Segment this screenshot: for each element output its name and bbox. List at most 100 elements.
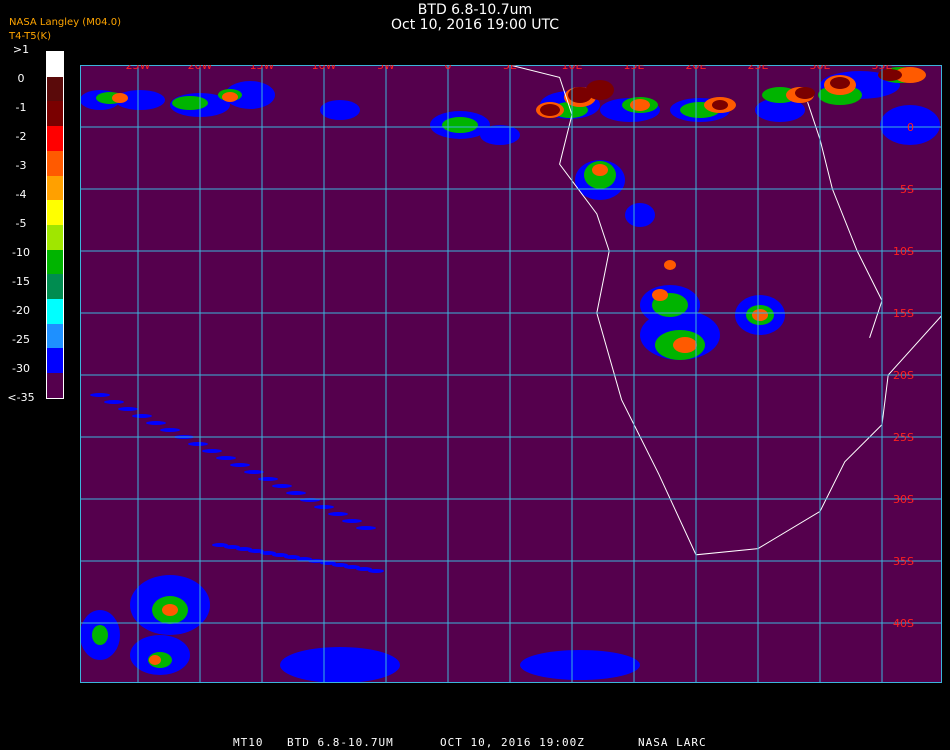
cloud-cell [92,625,108,645]
legend-tick-label: -25 [12,333,30,346]
longitude-label: 25E [748,65,769,72]
legend-swatch [47,200,63,225]
latitude-label: 10S [893,245,914,258]
longitude-label: 10W [312,65,337,72]
cloud-cell [146,421,166,425]
cloud-cell [752,309,768,321]
legend-tick-label: -3 [15,159,27,172]
legend-tick-label: 0 [17,72,25,85]
legend-tick-label: -30 [12,362,30,375]
footer-product: BTD 6.8-10.7UM [287,736,394,749]
cloud-cell [286,491,306,495]
longitude-label: 20E [686,65,707,72]
image-title: BTD 6.8-10.7um [417,2,533,18]
legend-tick-label: -15 [12,275,30,288]
cloud-cell [320,100,360,120]
legend-tick-label: -4 [15,188,27,201]
cloud-cell [830,77,850,89]
source-label: NASA Langley (M04.0) [9,17,121,28]
longitude-label: 25W [126,65,151,72]
cloud-cell [673,337,697,353]
longitude-label: 0 [445,65,452,72]
legend-swatch [47,373,63,398]
longitude-label: 20W [188,65,213,72]
cloud-cell [664,260,676,270]
cloud-cell [118,407,138,411]
cloud-cell [592,164,608,176]
latitude-label: 0 [907,121,914,134]
legend-tick-label: -20 [12,304,30,317]
latitude-label: 35S [893,555,914,568]
legend-swatch [47,249,63,275]
image-timestamp: Oct 10, 2016 19:00 UTC [391,17,559,33]
cloud-cell [328,512,348,516]
cloud-cell [90,393,110,397]
longitude-label: 5E [503,65,517,72]
cloud-cell [630,99,650,111]
longitude-label: 10E [562,65,583,72]
cloud-cell [480,125,520,145]
legend-swatch [47,101,63,127]
cloud-cell [442,117,478,133]
cloud-cell [520,650,640,680]
legend-tick-label: -10 [12,246,30,259]
legend-swatch [47,175,63,201]
cloud-cell [202,449,222,453]
cloud-cell [244,470,264,474]
latitude-label: 25S [893,431,914,444]
legend-tick-label: <-35 [7,391,35,404]
legend-swatch [47,126,63,151]
legend-swatch [47,323,63,349]
cloud-cell [280,647,400,683]
map-background [80,65,942,683]
legend-swatch [47,52,63,77]
legend-tick-label: -5 [15,217,27,230]
cloud-cell [172,96,208,110]
cloud-cell [795,87,815,99]
legend-swatch [47,224,63,250]
cloud-cell [160,428,180,432]
cloud-cell [132,414,152,418]
legend-swatch [47,348,63,374]
longitude-label: 15W [250,65,275,72]
cloud-cell [586,80,614,100]
cloud-cell [272,484,292,488]
cloud-cell [540,104,560,116]
legend-tick-label: -1 [15,101,27,114]
cloud-cell [712,100,728,110]
longitude-label: 35E [872,65,893,72]
cloud-cell [222,92,238,102]
latitude-label: 20S [893,369,914,382]
legend-tick-label: >1 [12,43,30,56]
cloud-cell [162,604,178,616]
cloud-cell [342,519,362,523]
cloud-cell [368,569,384,573]
footer-org: NASA LARC [638,736,707,749]
longitude-label: 5W [377,65,395,72]
cloud-cell [230,463,250,467]
satellite-map: 25W 20W 15W 10W 5W 0 5E 10E 15E 20E 25E 30E 35E 0 5S 1… [80,65,942,683]
latitude-label: 15S [893,307,914,320]
color-legend-bar [46,51,64,399]
longitude-label: 15E [624,65,645,72]
legend-swatch [47,274,63,300]
cloud-cell [216,456,236,460]
longitude-label: 30E [810,65,831,72]
latitude-label: 30S [893,493,914,506]
legend-swatch [47,76,63,102]
legend-swatch [47,150,63,176]
footer-satellite: MT10 [233,736,264,749]
legend-tick-label: -2 [15,130,27,143]
latitude-label: 40S [893,617,914,630]
cloud-cell [258,477,278,481]
cloud-cell [188,442,208,446]
legend-swatch [47,299,63,324]
footer-date: OCT 10, 2016 19:00Z [440,736,585,749]
unit-label: T4-T5(K) [9,31,51,42]
latitude-label: 5S [900,183,914,196]
cloud-cell [112,93,128,103]
cloud-cell [149,655,161,665]
cloud-cell [652,289,668,301]
cloud-cell [356,526,376,530]
cloud-cell [625,203,655,227]
